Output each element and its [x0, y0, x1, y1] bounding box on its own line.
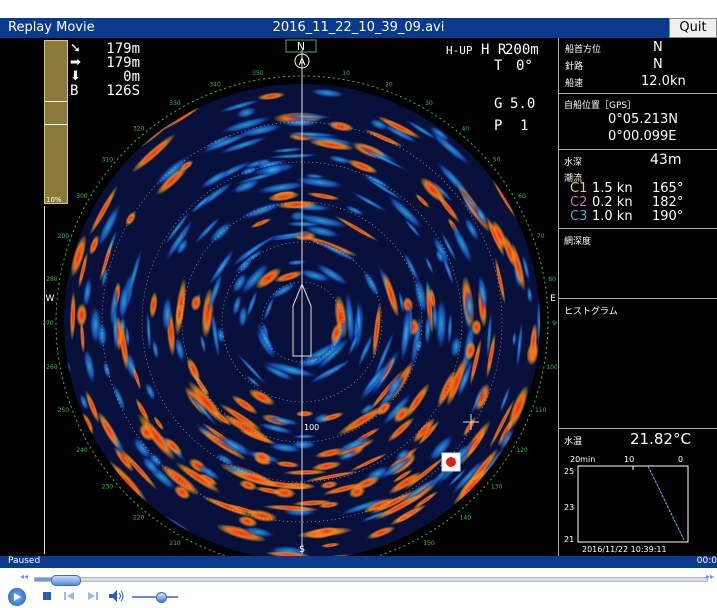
bearing-tick-label: 150 — [423, 540, 435, 547]
speed-value: 12.0kn — [641, 74, 686, 89]
panel-divider — [558, 93, 717, 94]
bearing-tick-label: 350 — [252, 70, 264, 77]
graph-y-label: 25 — [564, 467, 574, 476]
graph-y-label: 21 — [564, 535, 574, 544]
skip-forward-icon — [88, 592, 98, 600]
sonar-screen: 10% ➘ 179m ➡ 179m ⬇ 0m B 126S H-UP H R 2… — [0, 38, 717, 556]
panel-divider — [558, 149, 717, 150]
south-label: S — [299, 545, 305, 555]
previous-button[interactable] — [62, 588, 76, 604]
volume-thumb[interactable] — [155, 592, 167, 603]
bearing-tick-label: 270 — [42, 320, 54, 327]
bearing-tick-label: 300 — [76, 193, 88, 200]
bearing-tick-label: 330 — [169, 100, 181, 107]
bearing-tick-label: 220 — [133, 515, 145, 522]
radar-display[interactable]: 330 340 350 10 20 30 40 50 60 70 80 90 100 110 120 130 1… — [0, 38, 557, 556]
bearing-tick-label: 110 — [535, 407, 547, 414]
west-label: W — [46, 294, 55, 304]
net-depth-label: 網深度 — [564, 237, 592, 247]
playback-status: Paused — [8, 556, 41, 566]
bearing-tick-label: 120 — [516, 447, 528, 454]
graph-x-label: 10 — [624, 455, 634, 464]
current-row: C3 1.0 kn 190° — [570, 209, 684, 224]
bearing-tick-label: 240 — [76, 447, 88, 454]
target-marker-dot — [446, 457, 456, 467]
bearing-tick-label: 40 — [461, 125, 469, 132]
depth-label: 水深 — [564, 158, 583, 168]
current-row: C2 0.2 kn 182° — [570, 195, 684, 210]
bearing-tick-label: 250 — [58, 407, 70, 414]
title-bar: Replay Movie 2016_11_22_10_39_09.avi Qui… — [0, 18, 717, 38]
current-row: C1 1.5 kn 165° — [570, 181, 684, 196]
bearing-tick-label: 210 — [169, 540, 181, 547]
temperature-trace — [647, 465, 685, 541]
panel-divider — [558, 298, 717, 299]
north-label: N — [297, 40, 305, 53]
bearing-tick-label: 80 — [548, 276, 556, 283]
file-name: 2016_11_22_10_39_09.avi — [272, 20, 445, 35]
bearing-tick-label: 70 — [537, 233, 545, 240]
panel-divider — [558, 428, 717, 429]
bearing-tick-label: 60 — [518, 193, 526, 200]
mute-button[interactable] — [108, 588, 126, 604]
echo-blob — [64, 350, 67, 396]
bearing-tick-label: 320 — [133, 125, 145, 132]
panel-divider — [558, 228, 717, 229]
bearing-tick-label: 140 — [460, 515, 472, 522]
course-value: N — [653, 57, 663, 72]
bearing-tick-label: 10 — [342, 70, 350, 77]
depth-value: 43m — [650, 152, 682, 168]
bearing-tick-label: 130 — [491, 483, 503, 490]
bearing-tick-label: 340 — [209, 81, 221, 88]
temperature-graph: 20min 10 0 25 23 21 2016/11/22 10:39:11 — [564, 455, 689, 554]
stop-icon — [43, 592, 51, 600]
next-button[interactable] — [86, 588, 100, 604]
bearing-tick-label: 20 — [385, 81, 393, 88]
graph-x-label: 0 — [678, 455, 683, 464]
status-bar: Paused 00:0 — [0, 556, 717, 568]
speed-label: 船速 — [565, 79, 584, 89]
skip-back-icon — [64, 592, 74, 600]
bearing-tick-label: 280 — [46, 276, 58, 283]
seek-bar[interactable] — [34, 575, 708, 586]
graph-y-label: 23 — [564, 503, 574, 512]
heading-label: 船首方位 — [565, 45, 602, 55]
bearing-tick-label: 310 — [102, 157, 114, 164]
position-label: 自船位置［GPS］ — [564, 101, 637, 111]
bearing-tick-label: 260 — [46, 364, 58, 371]
bearing-marker: A — [299, 57, 306, 68]
player-controls: ◂◂ ▸▸ — [0, 568, 717, 608]
current-list: C1 1.5 kn 165° C2 0.2 kn 182° C3 1.0 kn … — [570, 182, 715, 224]
seek-start-icon[interactable]: ◂◂ — [20, 572, 28, 581]
bearing-tick-label: 90 — [552, 320, 557, 327]
center-depth-label: 100 — [304, 423, 319, 432]
bearing-tick-label: 290 — [58, 233, 70, 240]
heading-value: N — [653, 40, 663, 55]
bearing-tick-label: 230 — [102, 483, 114, 490]
graph-timestamp: 2016/11/22 10:39:11 — [582, 545, 667, 554]
graph-frame — [577, 465, 689, 543]
playback-time: 00:0 — [696, 556, 717, 566]
quit-button[interactable]: Quit — [669, 18, 717, 38]
bearing-tick-label: 30 — [425, 100, 433, 107]
water-temp-value: 21.82°C — [630, 430, 691, 448]
play-icon — [14, 593, 21, 601]
speaker-icon — [109, 590, 124, 602]
volume-slider[interactable] — [132, 592, 178, 603]
latitude-value: 0°05.213N — [608, 112, 678, 127]
seek-end-icon[interactable]: ▸▸ — [706, 572, 714, 581]
longitude-value: 0°00.099E — [608, 129, 677, 144]
water-temp-label: 水温 — [564, 437, 583, 447]
histogram-label: ヒストグラム — [564, 307, 618, 317]
course-label: 針路 — [565, 62, 584, 72]
stop-button[interactable] — [40, 588, 54, 604]
bearing-tick-label: 50 — [493, 157, 501, 164]
east-label: E — [550, 294, 556, 304]
bearing-tick-label: 100 — [546, 364, 557, 371]
seek-thumb[interactable] — [51, 575, 82, 586]
graph-x-label: 20min — [570, 455, 595, 464]
play-button[interactable] — [8, 588, 26, 606]
